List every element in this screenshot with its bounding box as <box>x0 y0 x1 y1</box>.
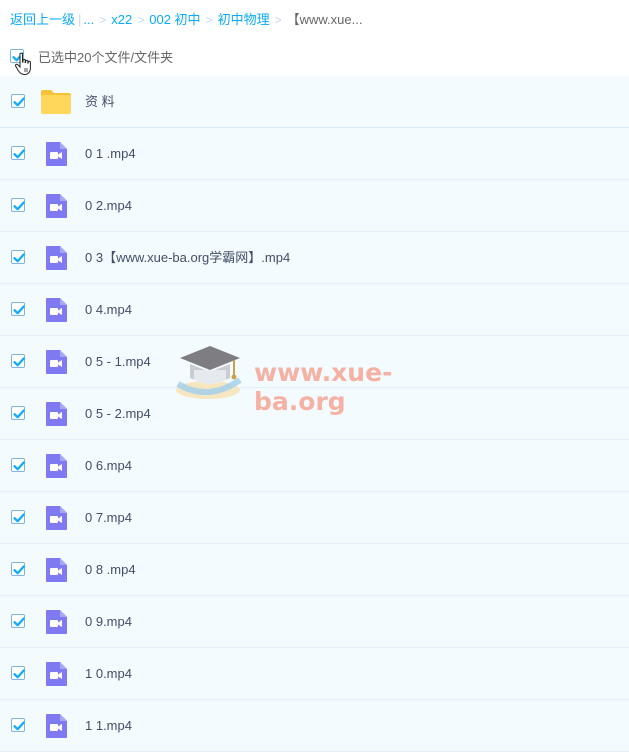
file-row[interactable]: 0 9.mp4 <box>0 596 629 648</box>
file-name[interactable]: 0 9.mp4 <box>85 596 132 647</box>
file-checkbox[interactable] <box>11 458 25 472</box>
file-row[interactable]: 0 2.mp4 <box>0 180 629 232</box>
file-checkbox[interactable] <box>11 198 25 212</box>
file-name[interactable]: 0 7.mp4 <box>85 492 132 543</box>
file-name[interactable]: 0 4.mp4 <box>85 284 132 335</box>
video-file-icon <box>43 401 69 427</box>
breadcrumb-separator: > <box>274 13 282 27</box>
video-file-icon <box>43 245 69 271</box>
file-name[interactable]: 0 5 - 1.mp4 <box>85 336 151 387</box>
file-checkbox[interactable] <box>11 406 25 420</box>
file-name[interactable]: 1 1.mp4 <box>85 700 132 751</box>
back-link[interactable]: 返回上一级 <box>10 10 75 30</box>
video-file-icon <box>43 193 69 219</box>
video-file-icon <box>43 349 69 375</box>
file-row[interactable]: 资 料 <box>0 76 629 128</box>
file-name[interactable]: 资 料 <box>85 76 115 127</box>
file-name[interactable]: 0 2.mp4 <box>85 180 132 231</box>
video-file-icon <box>43 297 69 323</box>
breadcrumb-separator: > <box>137 13 145 27</box>
file-name[interactable]: 0 5 - 2.mp4 <box>85 388 151 439</box>
breadcrumb-item-x22[interactable]: x22 <box>111 10 132 30</box>
file-checkbox[interactable] <box>11 250 25 264</box>
file-checkbox[interactable] <box>11 302 25 316</box>
file-row[interactable]: 1 1.mp4 <box>0 700 629 752</box>
video-file-icon <box>43 557 69 583</box>
file-name[interactable]: 0 1 .mp4 <box>85 128 136 179</box>
file-row[interactable]: 0 5 - 1.mp4 <box>0 336 629 388</box>
video-file-icon <box>43 141 69 167</box>
file-checkbox[interactable] <box>11 146 25 160</box>
file-checkbox[interactable] <box>11 510 25 524</box>
file-name[interactable]: 1 0.mp4 <box>85 648 132 699</box>
breadcrumb: 返回上一级 | ... > x22 > 002 初中 > 初中物理 > 【www… <box>10 10 362 30</box>
video-file-icon <box>43 505 69 531</box>
breadcrumb-separator: > <box>205 13 213 27</box>
hand-cursor-icon <box>14 52 31 76</box>
file-row[interactable]: 0 8 .mp4 <box>0 544 629 596</box>
file-row[interactable]: 0 7.mp4 <box>0 492 629 544</box>
file-name[interactable]: 0 3【www.xue-ba.org学霸网】.mp4 <box>85 232 290 283</box>
breadcrumb-item-junior-high[interactable]: 002 初中 <box>149 10 200 30</box>
file-row[interactable]: 0 6.mp4 <box>0 440 629 492</box>
video-file-icon <box>43 453 69 479</box>
file-checkbox[interactable] <box>11 562 25 576</box>
video-file-icon <box>43 609 69 635</box>
file-checkbox[interactable] <box>11 614 25 628</box>
file-row[interactable]: 1 0.mp4 <box>0 648 629 700</box>
file-list: 资 料0 1 .mp4 0 2.mp4 0 3【www.xue-ba.org学霸网】… <box>0 76 629 752</box>
file-row[interactable]: 0 4.mp4 <box>0 284 629 336</box>
folder-icon <box>40 89 72 115</box>
breadcrumb-ellipsis[interactable]: ... <box>83 10 94 30</box>
selection-bar: 已选中20个文件/文件夹 <box>10 44 173 68</box>
video-file-icon <box>43 713 69 739</box>
selection-count: 已选中20个文件/文件夹 <box>38 49 174 65</box>
breadcrumb-divider: | <box>78 12 82 27</box>
breadcrumb-current: 【www.xue... <box>286 12 363 27</box>
file-checkbox[interactable] <box>11 666 25 680</box>
file-row[interactable]: 0 5 - 2.mp4 <box>0 388 629 440</box>
file-checkbox[interactable] <box>11 354 25 368</box>
file-name[interactable]: 0 6.mp4 <box>85 440 132 491</box>
video-file-icon <box>43 661 69 687</box>
file-checkbox[interactable] <box>11 94 25 108</box>
file-row[interactable]: 0 3【www.xue-ba.org学霸网】.mp4 <box>0 232 629 284</box>
breadcrumb-separator: > <box>99 13 107 27</box>
file-row[interactable]: 0 1 .mp4 <box>0 128 629 180</box>
breadcrumb-item-physics[interactable]: 初中物理 <box>218 10 270 30</box>
file-name[interactable]: 0 8 .mp4 <box>85 544 136 595</box>
file-checkbox[interactable] <box>11 718 25 732</box>
